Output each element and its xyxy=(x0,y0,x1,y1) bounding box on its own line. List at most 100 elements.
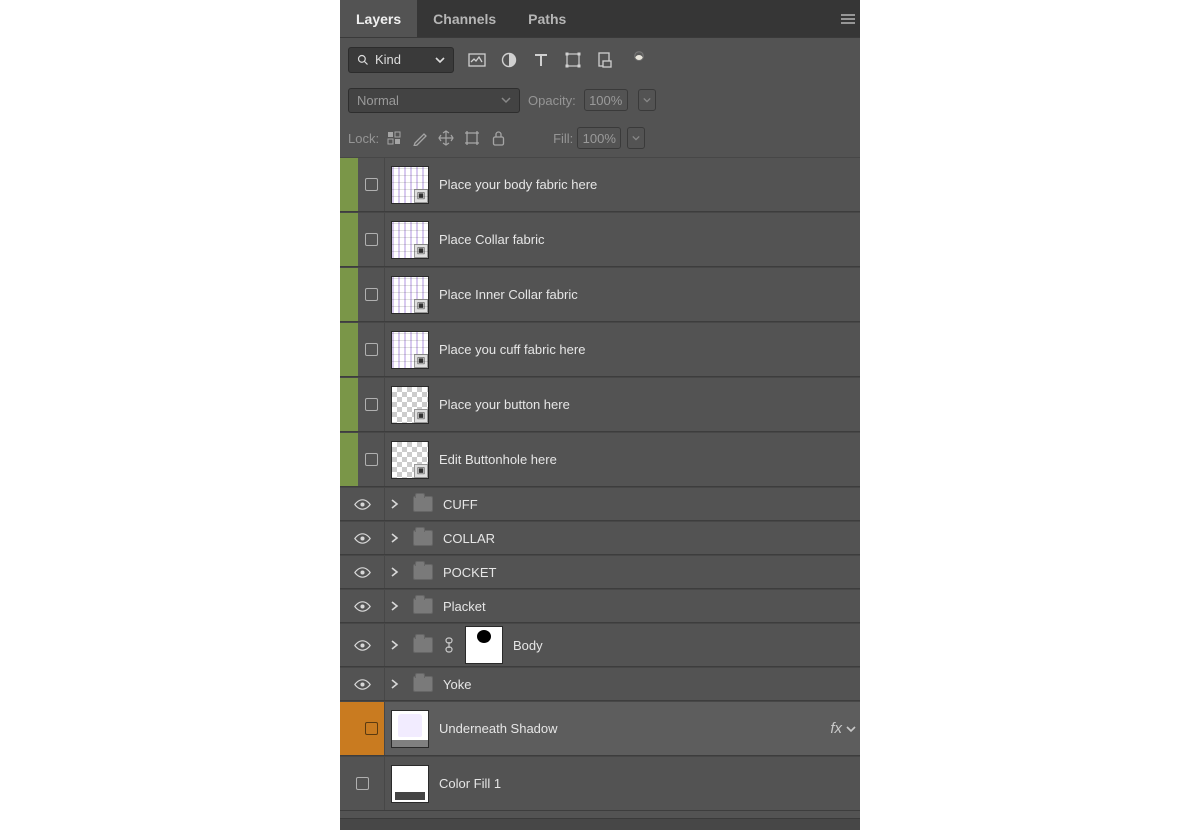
visibility-toggle[interactable] xyxy=(365,233,378,246)
fx-label: fx xyxy=(830,720,842,737)
layer-name[interactable]: Underneath Shadow xyxy=(439,721,558,736)
color-tag xyxy=(340,323,358,376)
layer-name[interactable]: POCKET xyxy=(443,565,496,580)
fill-input[interactable] xyxy=(577,127,621,149)
blend-mode-select[interactable]: Normal xyxy=(348,88,520,113)
layer-thumbnail[interactable] xyxy=(391,710,429,748)
layer-name[interactable]: Place your body fabric here xyxy=(439,177,597,192)
layer-thumbnail[interactable]: ▣ xyxy=(391,386,429,424)
layer-name[interactable]: Place Inner Collar fabric xyxy=(439,287,578,302)
visibility-toggle[interactable] xyxy=(356,777,369,790)
expand-chevron-icon[interactable] xyxy=(391,499,403,509)
filter-type-text-icon[interactable] xyxy=(532,51,550,69)
eye-icon[interactable] xyxy=(354,598,371,615)
opacity-input[interactable] xyxy=(584,89,628,111)
layer-row[interactable]: POCKET xyxy=(340,555,860,589)
layer-row[interactable]: ▣ Place Inner Collar fabric xyxy=(340,267,860,322)
layer-name[interactable]: Color Fill 1 xyxy=(439,776,501,791)
visibility-cell xyxy=(340,668,384,700)
expand-chevron-icon[interactable] xyxy=(391,601,403,611)
layer-thumbnail[interactable]: ▣ xyxy=(391,221,429,259)
layer-thumbnail[interactable]: ▣ xyxy=(391,331,429,369)
filter-shape-icon[interactable] xyxy=(564,51,582,69)
eye-icon[interactable] xyxy=(354,564,371,581)
layer-row[interactable]: Body xyxy=(340,623,860,667)
expand-chevron-icon[interactable] xyxy=(391,640,403,650)
layer-row[interactable]: ▣ Edit Buttonhole here xyxy=(340,432,860,487)
layer-row[interactable]: Placket xyxy=(340,589,860,623)
eye-icon[interactable] xyxy=(354,676,371,693)
panel-menu-icon[interactable] xyxy=(836,0,860,37)
expand-chevron-icon[interactable] xyxy=(391,679,403,689)
expand-chevron-icon[interactable] xyxy=(391,567,403,577)
layer-row[interactable]: CUFF xyxy=(340,487,860,521)
layer-content: ▣ Place Inner Collar fabric xyxy=(384,268,860,321)
layer-effects-indicator[interactable]: fx xyxy=(830,720,856,737)
layer-name[interactable]: Place Collar fabric xyxy=(439,232,545,247)
layer-name[interactable]: CUFF xyxy=(443,497,478,512)
filter-adjust-icon[interactable] xyxy=(500,51,518,69)
chevron-down-icon xyxy=(846,724,856,734)
fill-stepper[interactable] xyxy=(627,127,645,149)
eye-icon[interactable] xyxy=(354,637,371,654)
layer-filter-bar: Kind xyxy=(340,37,860,81)
layer-name[interactable]: Body xyxy=(513,638,543,653)
layer-name[interactable]: COLLAR xyxy=(443,531,495,546)
lock-pixels-icon[interactable] xyxy=(409,127,431,149)
lock-transparency-icon[interactable] xyxy=(383,127,405,149)
layers-panel: Layers Channels Paths Kind Normal Opacit… xyxy=(340,0,860,830)
lock-label: Lock: xyxy=(348,131,379,146)
tab-channels[interactable]: Channels xyxy=(417,0,512,37)
layer-name[interactable]: Place your button here xyxy=(439,397,570,412)
layer-name[interactable]: Placket xyxy=(443,599,486,614)
visibility-cell xyxy=(340,556,384,588)
layer-content: Underneath Shadow fx xyxy=(384,702,860,755)
tab-paths[interactable]: Paths xyxy=(512,0,582,37)
color-tag xyxy=(340,158,358,211)
eye-icon[interactable] xyxy=(354,530,371,547)
visibility-toggle[interactable] xyxy=(365,343,378,356)
visibility-toggle[interactable] xyxy=(365,453,378,466)
layer-row[interactable]: Yoke xyxy=(340,667,860,701)
layer-row[interactable]: COLLAR xyxy=(340,521,860,555)
filter-type-select[interactable]: Kind xyxy=(348,47,454,73)
layer-row-selected[interactable]: Underneath Shadow fx xyxy=(340,701,860,756)
layer-thumbnail[interactable] xyxy=(391,765,429,803)
folder-icon xyxy=(413,637,433,653)
tab-layers[interactable]: Layers xyxy=(340,0,417,37)
filter-toggle-switch[interactable] xyxy=(630,51,648,69)
visibility-toggle[interactable] xyxy=(365,178,378,191)
opacity-stepper[interactable] xyxy=(638,89,656,111)
layer-content: Yoke xyxy=(384,668,860,700)
filter-smart-icon[interactable] xyxy=(596,51,614,69)
toggle-knob xyxy=(634,51,644,61)
visibility-toggle[interactable] xyxy=(365,722,378,735)
layer-thumbnail[interactable]: ▣ xyxy=(391,166,429,204)
layer-thumbnail[interactable]: ▣ xyxy=(391,441,429,479)
visibility-cell xyxy=(358,323,384,376)
visibility-cell xyxy=(340,624,384,666)
lock-artboard-icon[interactable] xyxy=(461,127,483,149)
mask-link-icon[interactable] xyxy=(443,636,455,654)
layer-row[interactable]: ▣ Place you cuff fabric here xyxy=(340,322,860,377)
layer-row[interactable]: Color Fill 1 xyxy=(340,756,860,811)
layer-list: ▣ Place your body fabric here ▣ Place Co… xyxy=(340,157,860,818)
layer-name[interactable]: Edit Buttonhole here xyxy=(439,452,557,467)
filter-pixel-icon[interactable] xyxy=(468,51,486,69)
expand-chevron-icon[interactable] xyxy=(391,533,403,543)
color-tag xyxy=(340,213,358,266)
layer-name[interactable]: Place you cuff fabric here xyxy=(439,342,585,357)
visibility-toggle[interactable] xyxy=(365,398,378,411)
layer-content: POCKET xyxy=(384,556,860,588)
layer-row[interactable]: ▣ Place your body fabric here xyxy=(340,157,860,212)
layer-row[interactable]: ▣ Place Collar fabric xyxy=(340,212,860,267)
layer-thumbnail[interactable]: ▣ xyxy=(391,276,429,314)
layer-content: ▣ Edit Buttonhole here xyxy=(384,433,860,486)
mask-thumbnail[interactable] xyxy=(465,626,503,664)
layer-row[interactable]: ▣ Place your button here xyxy=(340,377,860,432)
lock-position-icon[interactable] xyxy=(435,127,457,149)
layer-name[interactable]: Yoke xyxy=(443,677,471,692)
visibility-toggle[interactable] xyxy=(365,288,378,301)
eye-icon[interactable] xyxy=(354,496,371,513)
lock-all-icon[interactable] xyxy=(487,127,509,149)
